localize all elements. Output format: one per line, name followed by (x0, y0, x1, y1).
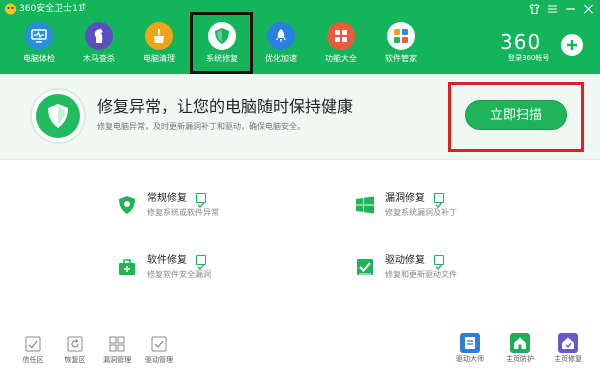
repair-description: 修复系统或软件异常 (147, 208, 219, 217)
banner-title: 修复异常，让您的电脑随时保持健康 (97, 97, 354, 116)
tool-label: 主页修复 (554, 355, 582, 363)
repair-description: 修复和更新驱动文件 (385, 270, 457, 279)
window-controls (526, 2, 596, 16)
app-logo-icon (5, 3, 16, 15)
app-store-icon (387, 22, 415, 50)
app-title: 360安全卫士11 (19, 4, 84, 14)
close-icon[interactable] (580, 2, 596, 16)
repair-item-general[interactable]: 常规修复 修复系统或软件异常 (117, 192, 317, 232)
tool-patch-manage[interactable]: 漏洞管理 (97, 336, 137, 372)
scan-now-button[interactable]: 立即扫描 (465, 100, 567, 130)
repair-item-software[interactable]: 软件修复 修复软件安全漏洞 (117, 254, 317, 294)
grid-icon (327, 22, 355, 50)
tool-label: 主页防护 (506, 355, 534, 363)
repair-title: 软件修复 (147, 255, 187, 266)
plus-icon[interactable] (561, 34, 583, 56)
active-tab-highlight (190, 12, 253, 74)
repair-title: 漏洞修复 (385, 193, 425, 204)
menu-icon[interactable] (544, 2, 560, 16)
skin-icon[interactable] (526, 2, 542, 16)
restore-icon (67, 336, 83, 352)
brand-logo: 360 (500, 30, 542, 54)
title-bar: 360安全卫士11 ↑ (0, 0, 600, 18)
repair-title: 驱动修复 (385, 255, 425, 266)
repair-item-driver[interactable]: 驱动修复 修复和更新驱动文件 (355, 254, 555, 294)
repair-checkbox[interactable] (434, 193, 444, 208)
windows-icon (356, 196, 374, 214)
login-link[interactable]: 登录360帐号 (508, 54, 549, 63)
tool-homepage-repair[interactable]: 主页修复 (546, 333, 590, 369)
repair-checkbox[interactable] (434, 255, 444, 270)
tool-restore-zone[interactable]: 恢复区 (55, 336, 95, 372)
tool-label: 驱动大师 (456, 355, 484, 363)
toolbox-icon (119, 259, 135, 275)
shield-icon (119, 196, 135, 214)
shield-icon (36, 94, 80, 138)
monitor-check-icon (25, 22, 53, 50)
nav-label: 电脑清理 (143, 54, 175, 63)
broom-icon (145, 22, 173, 50)
upgrade-arrow[interactable]: ↑ (80, 2, 88, 14)
nav-item-clean[interactable]: 电脑清理 (129, 18, 189, 74)
top-header: 360安全卫士11 ↑ 电脑体检 木马查杀 电脑清理 系统修复 优化加速 功能大… (0, 0, 600, 74)
horse-icon (85, 22, 113, 50)
nav-label: 电脑体检 (23, 54, 55, 63)
tool-label: 驱动管理 (145, 356, 173, 364)
nav-item-check[interactable]: 电脑体检 (9, 18, 69, 74)
homepage-repair-icon (558, 333, 578, 353)
nav-label: 软件管家 (385, 54, 417, 63)
driver-manage-icon (151, 336, 167, 352)
tool-trust-zone[interactable]: 信任区 (13, 336, 53, 372)
repair-description: 修复系统漏洞及补丁 (385, 208, 457, 217)
repair-title: 常规修复 (147, 193, 187, 204)
nav-item-features[interactable]: 功能大全 (311, 18, 371, 74)
tool-label: 信任区 (22, 356, 44, 364)
driver-master-icon (460, 333, 480, 353)
nav-item-trojan[interactable]: 木马查杀 (69, 18, 129, 74)
nav-label: 功能大全 (325, 54, 357, 63)
repair-item-vulnerability[interactable]: 漏洞修复 修复系统漏洞及补丁 (355, 192, 555, 232)
shield-emblem (30, 88, 86, 144)
patch-manage-icon (109, 336, 125, 352)
repair-description: 修复软件安全漏洞 (147, 270, 211, 279)
driver-icon (357, 259, 373, 275)
tool-homepage-protect[interactable]: 主页防护 (498, 333, 542, 369)
repair-checkbox[interactable] (196, 193, 206, 208)
tool-driver-master[interactable]: 驱动大师 (448, 333, 492, 369)
nav-label: 优化加速 (265, 54, 297, 63)
banner-description: 修复电脑异常，及时更新漏洞补丁和驱动，确保电脑安全。 (97, 122, 305, 131)
tool-driver-manage[interactable]: 驱动管理 (139, 336, 179, 372)
repair-checkbox[interactable] (196, 255, 206, 270)
trust-zone-icon (25, 336, 41, 352)
nav-item-software[interactable]: 软件管家 (371, 18, 431, 74)
nav-item-speedup[interactable]: 优化加速 (251, 18, 311, 74)
nav-label: 木马查杀 (83, 54, 115, 63)
homepage-protect-icon (510, 333, 530, 353)
tool-label: 恢复区 (64, 356, 86, 364)
minimize-icon[interactable] (562, 2, 578, 16)
tool-label: 漏洞管理 (103, 356, 131, 364)
rocket-icon (267, 22, 295, 50)
